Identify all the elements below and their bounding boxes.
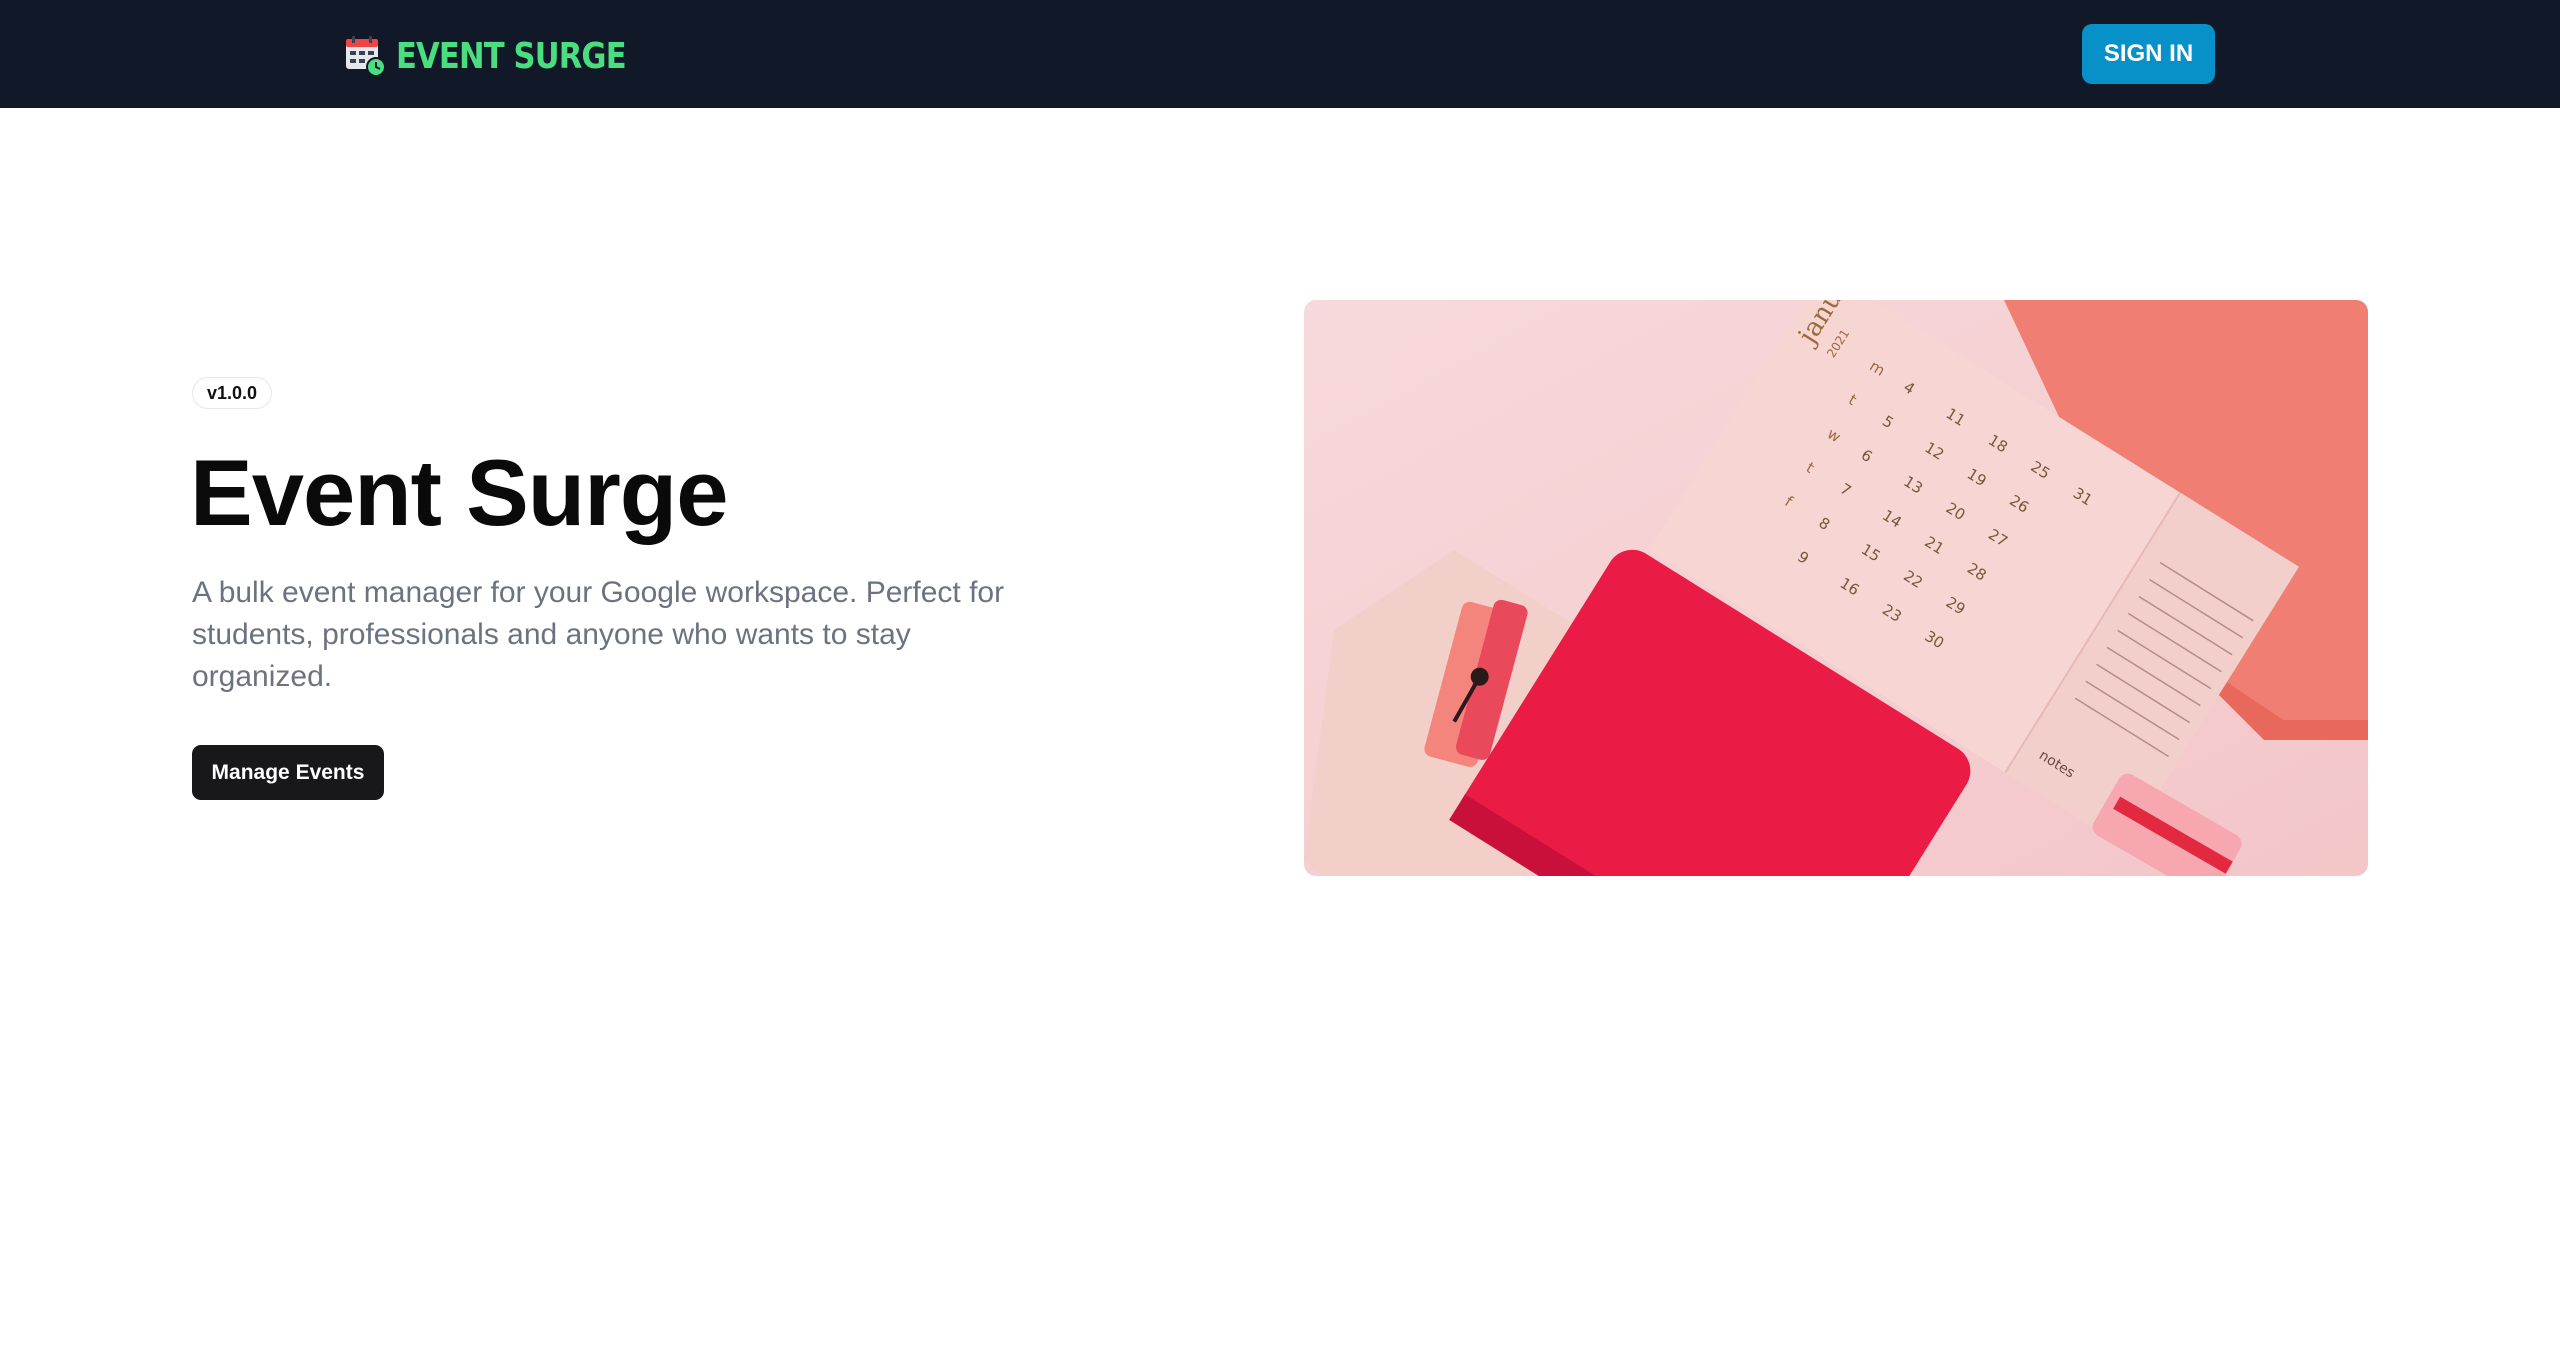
manage-events-button[interactable]: Manage Events xyxy=(192,745,384,800)
calendar-clock-icon xyxy=(346,36,386,77)
hero-description: A bulk event manager for your Google wor… xyxy=(192,576,1005,693)
hero-image: notes january 2021 m t w t f 4 5 6 7 8 9 xyxy=(1304,300,2368,876)
sign-in-button[interactable]: SIGN IN xyxy=(2082,24,2215,84)
top-navbar: EVENT SURGE SIGN IN xyxy=(0,0,2560,108)
page-title: Event Surge xyxy=(190,440,728,545)
desk-calendar-photo: notes january 2021 m t w t f 4 5 6 7 8 9 xyxy=(1304,300,2368,876)
brand-logo[interactable]: EVENT SURGE xyxy=(344,34,666,78)
version-badge: v1.0.0 xyxy=(192,377,273,409)
brand-name: EVENT SURGE xyxy=(396,35,627,77)
